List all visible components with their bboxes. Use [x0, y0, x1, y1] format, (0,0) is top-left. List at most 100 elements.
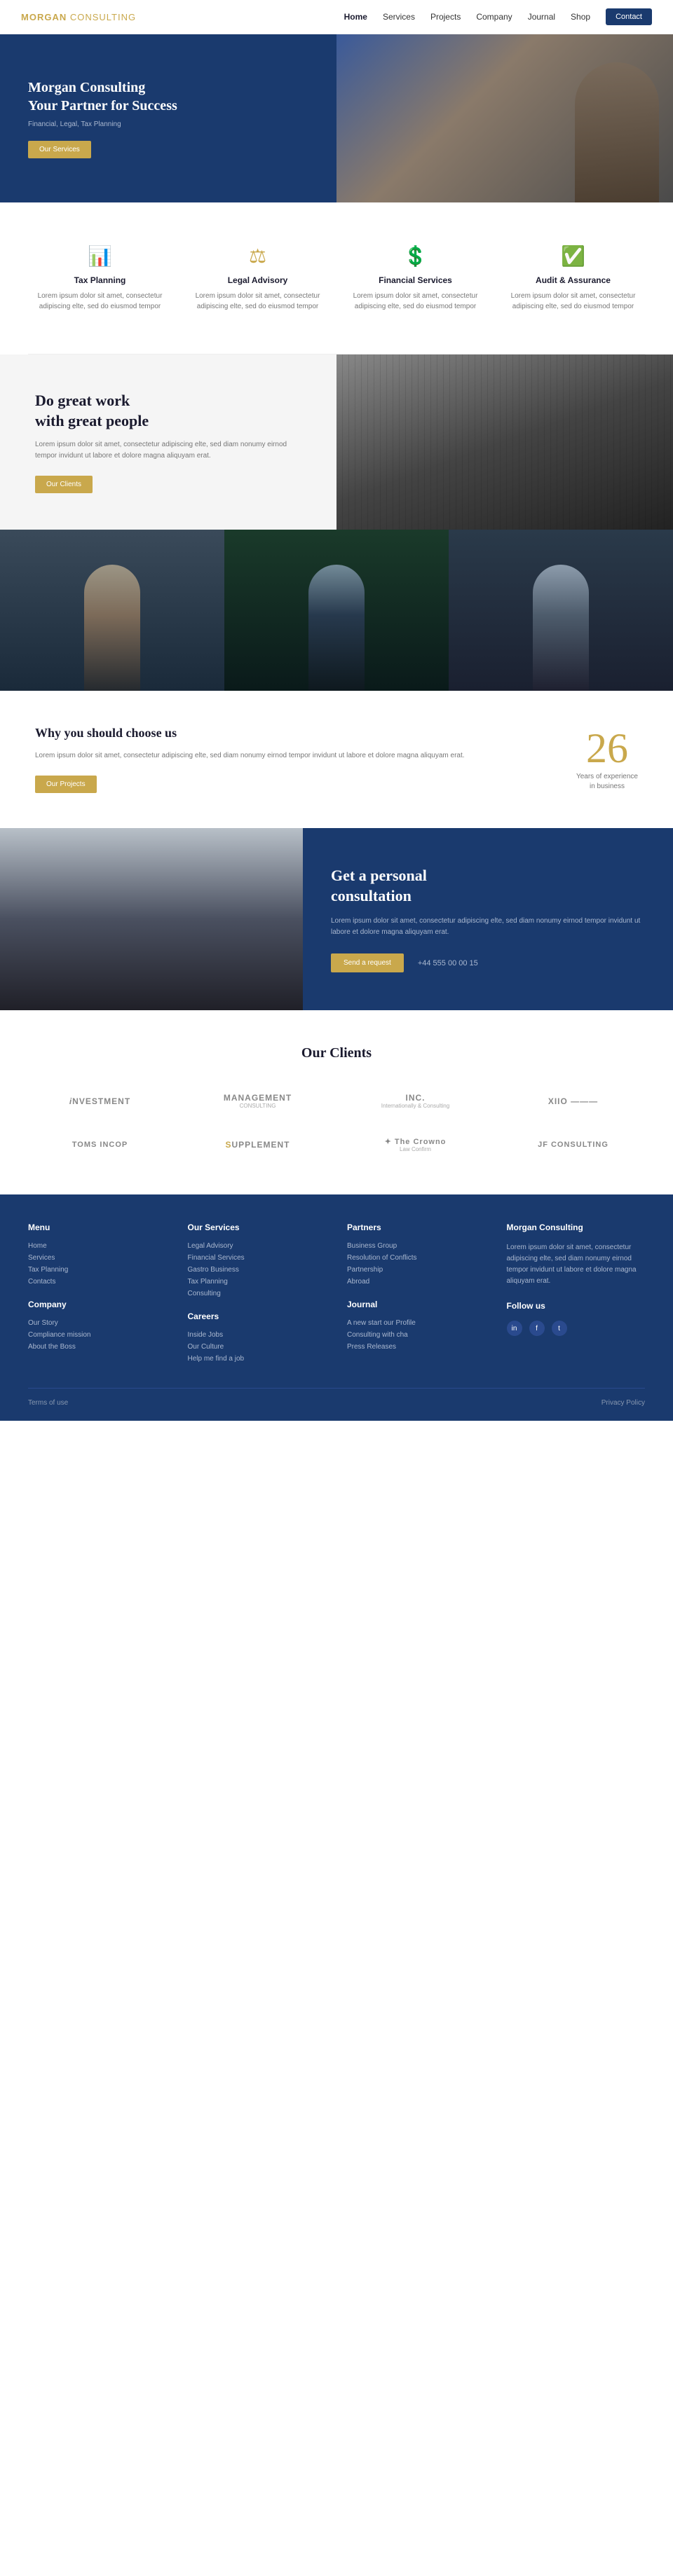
footer-service-gastro[interactable]: Gastro Business	[188, 1266, 327, 1274]
client-logo-text-7: ✦ The Crowno	[351, 1137, 480, 1146]
footer-partner-partnership[interactable]: Partnership	[347, 1266, 486, 1274]
footer-menu-title: Menu	[28, 1222, 167, 1232]
clients-section: Our Clients iNVESTMENT MANAGEMENT CONSUL…	[0, 1010, 673, 1194]
services-grid: 📊 Tax Planning Lorem ipsum dolor sit ame…	[28, 237, 645, 319]
hero-image-inner	[336, 34, 673, 202]
client-logo-text-4: XIIO ———	[508, 1096, 638, 1106]
great-work-title: Do great workwith great people	[35, 391, 301, 431]
linkedin-icon[interactable]: in	[507, 1321, 522, 1336]
client-logo-text-3: INC.	[351, 1093, 480, 1103]
footer-company-boss[interactable]: About the Boss	[28, 1343, 167, 1351]
financial-icon: 💲	[351, 244, 480, 268]
audit-icon: ✅	[508, 244, 638, 268]
person-1	[0, 530, 224, 691]
our-clients-button[interactable]: Our Clients	[35, 476, 93, 493]
footer-social: in f t	[507, 1321, 646, 1336]
footer-menu-col: Menu Home Services Tax Planning Contacts…	[28, 1222, 167, 1367]
client-supplement: SUPPLEMENT	[186, 1133, 329, 1157]
facebook-icon[interactable]: f	[529, 1321, 545, 1336]
footer-company-section-title: Company	[28, 1300, 167, 1309]
clients-title: Our Clients	[28, 1045, 645, 1061]
footer-journal-3[interactable]: Press Releases	[347, 1343, 486, 1351]
footer-company-title: Morgan Consulting	[507, 1222, 646, 1232]
logo: MORGAN CONSULTING	[21, 12, 136, 22]
footer-service-tax[interactable]: Tax Planning	[188, 1278, 327, 1286]
nav-shop[interactable]: Shop	[571, 12, 590, 22]
nav-links: Home Services Projects Company Journal S…	[344, 8, 652, 25]
stat-number: 26	[576, 727, 638, 769]
silhouette-2	[308, 565, 365, 691]
client-logo-text-6: SUPPLEMENT	[193, 1140, 322, 1150]
consult-title: Get a personalconsultation	[331, 866, 645, 906]
send-request-button[interactable]: Send a request	[331, 953, 404, 972]
hero-button[interactable]: Our Services	[28, 141, 91, 158]
person-2	[224, 530, 449, 691]
logo-second: CONSULTING	[70, 12, 136, 22]
footer-partner-resolution[interactable]: Resolution of Conflicts	[347, 1254, 486, 1262]
hero-content: Morgan ConsultingYour Partner for Succes…	[0, 34, 336, 202]
service-title-audit: Audit & Assurance	[508, 275, 638, 285]
contact-button[interactable]: Contact	[606, 8, 652, 25]
terms-link[interactable]: Terms of use	[28, 1399, 68, 1407]
footer-service-consulting[interactable]: Consulting	[188, 1290, 327, 1297]
footer-career-jobs[interactable]: Inside Jobs	[188, 1331, 327, 1339]
client-logo-sub-7: Law Confirm	[351, 1146, 480, 1152]
service-audit: ✅ Audit & Assurance Lorem ipsum dolor si…	[501, 237, 645, 319]
nav-services[interactable]: Services	[383, 12, 415, 22]
footer-partners-col: Partners Business Group Resolution of Co…	[347, 1222, 486, 1367]
consult-desc: Lorem ipsum dolor sit amet, consectetur …	[331, 916, 645, 938]
service-desc-tax: Lorem ipsum dolor sit amet, consectetur …	[35, 291, 165, 312]
great-work-image	[336, 354, 673, 530]
footer-partner-business[interactable]: Business Group	[347, 1242, 486, 1250]
team-section	[0, 530, 673, 691]
client-logo-sub-3: Internationally & Consulting	[351, 1103, 480, 1109]
legal-icon: ⚖	[193, 244, 322, 268]
client-inc: INC. Internationally & Consulting	[344, 1086, 487, 1116]
footer-service-legal[interactable]: Legal Advisory	[188, 1242, 327, 1250]
footer-menu-home[interactable]: Home	[28, 1242, 167, 1250]
hero-subtitle: Financial, Legal, Tax Planning	[28, 120, 308, 128]
footer-career-find[interactable]: Help me find a job	[188, 1355, 327, 1363]
twitter-icon[interactable]: t	[552, 1321, 567, 1336]
nav-home[interactable]: Home	[344, 12, 367, 22]
footer-partners-title: Partners	[347, 1222, 486, 1232]
footer-follow-title: Follow us	[507, 1301, 646, 1311]
great-work-content: Do great workwith great people Lorem ips…	[0, 354, 336, 530]
footer-service-financial[interactable]: Financial Services	[188, 1254, 327, 1262]
client-logo-text-8: JF CONSULTING	[508, 1141, 638, 1149]
why-stats: 26 Years of experiencein business	[576, 727, 638, 792]
footer-menu-services[interactable]: Services	[28, 1254, 167, 1262]
consult-actions: Send a request +44 555 00 00 15	[331, 953, 645, 972]
great-work-section: Do great workwith great people Lorem ips…	[0, 354, 673, 530]
service-desc-financial: Lorem ipsum dolor sit amet, consectetur …	[351, 291, 480, 312]
hero-section: Morgan ConsultingYour Partner for Succes…	[0, 34, 673, 202]
footer-journal-1[interactable]: A new start our Profile	[347, 1319, 486, 1327]
nav-projects[interactable]: Projects	[430, 12, 461, 22]
footer-grid: Menu Home Services Tax Planning Contacts…	[28, 1222, 645, 1367]
silhouette-3	[533, 565, 589, 691]
privacy-link[interactable]: Privacy Policy	[601, 1399, 645, 1407]
service-legal: ⚖ Legal Advisory Lorem ipsum dolor sit a…	[186, 237, 329, 319]
great-work-desc: Lorem ipsum dolor sit amet, consectetur …	[35, 439, 301, 462]
service-title-financial: Financial Services	[351, 275, 480, 285]
nav-journal[interactable]: Journal	[528, 12, 555, 22]
footer-company-story[interactable]: Our Story	[28, 1319, 167, 1327]
service-financial: 💲 Financial Services Lorem ipsum dolor s…	[344, 237, 487, 319]
client-investment: iNVESTMENT	[28, 1089, 172, 1113]
footer-partner-abroad[interactable]: Abroad	[347, 1278, 486, 1286]
why-title: Why you should choose us	[35, 726, 548, 741]
services-section: 📊 Tax Planning Lorem ipsum dolor sit ame…	[0, 202, 673, 354]
nav-company[interactable]: Company	[476, 12, 512, 22]
footer-company-mission[interactable]: Compliance mission	[28, 1331, 167, 1339]
our-projects-button[interactable]: Our Projects	[35, 776, 97, 793]
hero-image	[336, 34, 673, 202]
footer-journal-2[interactable]: Consulting with cha	[347, 1331, 486, 1339]
footer-menu-tax[interactable]: Tax Planning	[28, 1266, 167, 1274]
service-desc-legal: Lorem ipsum dolor sit amet, consectetur …	[193, 291, 322, 312]
footer-menu-contacts[interactable]: Contacts	[28, 1278, 167, 1286]
why-desc: Lorem ipsum dolor sit amet, consectetur …	[35, 750, 548, 762]
client-management: MANAGEMENT CONSULTING	[186, 1086, 329, 1116]
navbar: MORGAN CONSULTING Home Services Projects…	[0, 0, 673, 34]
footer-company-col: Morgan Consulting Lorem ipsum dolor sit …	[507, 1222, 646, 1367]
footer-career-culture[interactable]: Our Culture	[188, 1343, 327, 1351]
